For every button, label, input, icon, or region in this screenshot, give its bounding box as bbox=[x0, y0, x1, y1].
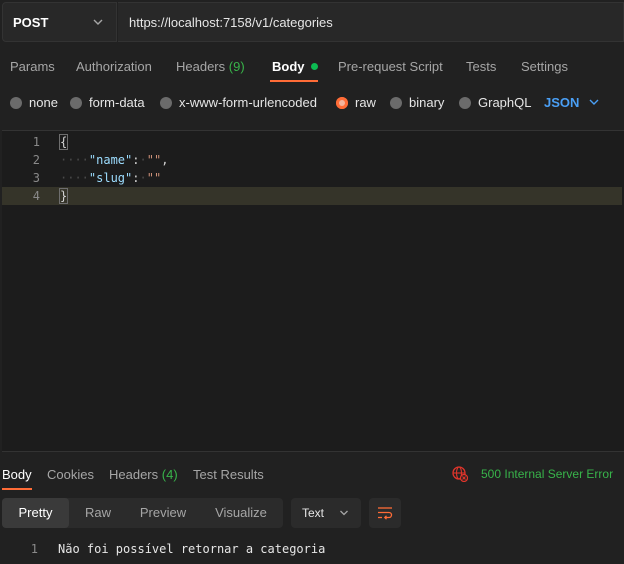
view-raw[interactable]: Raw bbox=[69, 498, 127, 528]
tab-prerequest-script[interactable]: Pre-request Script bbox=[338, 59, 443, 74]
colon: : bbox=[132, 171, 140, 185]
body-indicator-dot bbox=[310, 63, 318, 70]
radio-circle bbox=[160, 96, 172, 109]
radio-binary-label: binary bbox=[409, 95, 445, 110]
radio-none-label: none bbox=[29, 95, 58, 110]
tab-headers[interactable]: Headers (9) bbox=[176, 59, 245, 74]
tab-authorization[interactable]: Authorization bbox=[76, 59, 152, 74]
colon: : bbox=[132, 153, 140, 167]
tab-body[interactable]: Body bbox=[272, 59, 318, 74]
radio-form-data[interactable]: form-data bbox=[70, 95, 145, 110]
open-brace: { bbox=[58, 134, 69, 150]
tab-headers-label: Headers bbox=[176, 59, 226, 74]
line-number: 1 bbox=[30, 542, 38, 556]
radio-circle bbox=[10, 96, 22, 109]
active-response-tab-underline bbox=[2, 488, 32, 490]
editor-line-active: 4 } bbox=[2, 187, 622, 205]
chevron-down-icon bbox=[93, 19, 103, 25]
response-tab-headers[interactable]: Headers (4) bbox=[109, 467, 178, 482]
radio-circle bbox=[390, 96, 402, 109]
response-body-text: Não foi possível retornar a categoria bbox=[58, 542, 326, 556]
close-brace: } bbox=[58, 188, 69, 204]
radio-binary[interactable]: binary bbox=[390, 95, 444, 110]
request-tabs: Params Authorization Headers (9) Body Pr… bbox=[0, 50, 624, 84]
radio-circle bbox=[70, 96, 82, 109]
wrap-lines-button[interactable] bbox=[369, 498, 401, 528]
url-input[interactable]: https://localhost:7158/v1/categories bbox=[118, 2, 624, 42]
json-key-name: "name" bbox=[88, 153, 133, 167]
radio-circle-selected bbox=[336, 96, 348, 109]
active-tab-underline bbox=[270, 80, 318, 82]
comma: , bbox=[161, 153, 169, 167]
radio-graphql-label: GraphQL bbox=[478, 95, 532, 110]
radio-form-data-label: form-data bbox=[89, 95, 145, 110]
editor-line: 1 { bbox=[2, 133, 622, 151]
response-tab-cookies[interactable]: Cookies bbox=[47, 467, 94, 482]
radio-none[interactable]: none bbox=[10, 95, 58, 110]
tab-settings[interactable]: Settings bbox=[521, 59, 568, 74]
wrap-lines-icon bbox=[378, 507, 393, 520]
editor-line: 2 ····"name":·"", bbox=[2, 151, 622, 169]
line-code: ····"slug":·"" bbox=[60, 169, 161, 187]
indent-whitespace: ···· bbox=[60, 153, 89, 167]
json-value-slug: "" bbox=[146, 171, 162, 185]
radio-raw-label: raw bbox=[355, 95, 376, 110]
line-number: 2 bbox=[32, 153, 40, 167]
space-whitespace: · bbox=[139, 171, 147, 185]
response-body-line: 1 Não foi possível retornar a categoria bbox=[0, 540, 624, 558]
response-tab-headers-label: Headers bbox=[109, 467, 159, 482]
editor-line: 3 ····"slug":·"" bbox=[2, 169, 622, 187]
method-label: POST bbox=[13, 14, 49, 30]
request-url-bar: POST https://localhost:7158/v1/categorie… bbox=[0, 0, 624, 44]
method-select[interactable]: POST bbox=[2, 2, 117, 42]
radio-circle bbox=[459, 96, 471, 109]
globe-error-icon[interactable] bbox=[452, 466, 468, 482]
line-number: 1 bbox=[32, 135, 40, 149]
radio-urlencoded[interactable]: x-www-form-urlencoded bbox=[160, 95, 317, 110]
tab-params[interactable]: Params bbox=[10, 59, 55, 74]
body-type-selector: none form-data x-www-form-urlencoded raw… bbox=[0, 88, 624, 116]
tab-headers-count: (9) bbox=[228, 59, 245, 74]
tab-tests[interactable]: Tests bbox=[466, 59, 496, 74]
view-pretty[interactable]: Pretty bbox=[2, 498, 69, 528]
response-view-segmented-control: Pretty Raw Preview Visualize bbox=[2, 498, 283, 528]
response-format-select[interactable]: Text bbox=[291, 498, 361, 528]
radio-urlencoded-label: x-www-form-urlencoded bbox=[179, 95, 317, 110]
url-text: https://localhost:7158/v1/categories bbox=[129, 14, 333, 30]
response-status[interactable]: 500 Internal Server Error bbox=[481, 467, 613, 481]
radio-raw[interactable]: raw bbox=[336, 95, 376, 110]
chevron-down-icon[interactable] bbox=[588, 96, 600, 108]
line-code: } bbox=[58, 187, 69, 205]
response-tab-headers-count: (4) bbox=[161, 467, 178, 482]
response-tab-body[interactable]: Body bbox=[2, 467, 32, 482]
line-code: ····"name":·"", bbox=[60, 151, 168, 169]
response-tab-test-results[interactable]: Test Results bbox=[193, 467, 264, 482]
view-preview[interactable]: Preview bbox=[127, 498, 199, 528]
tab-body-label: Body bbox=[272, 59, 305, 74]
view-visualize[interactable]: Visualize bbox=[199, 498, 283, 528]
json-key-slug: "slug" bbox=[88, 171, 133, 185]
line-number: 3 bbox=[32, 171, 40, 185]
line-number: 4 bbox=[32, 189, 40, 203]
space-whitespace: · bbox=[139, 153, 147, 167]
chevron-down-icon bbox=[340, 510, 348, 516]
json-value-name: "" bbox=[146, 153, 162, 167]
indent-whitespace: ···· bbox=[60, 171, 89, 185]
response-format-label: Text bbox=[302, 506, 325, 520]
radio-graphql[interactable]: GraphQL bbox=[459, 95, 531, 110]
format-select[interactable]: JSON bbox=[544, 95, 579, 110]
line-code: { bbox=[58, 133, 69, 151]
body-editor[interactable]: 1 { 2 ····"name":·"", 3 ····"slug":·"" 4… bbox=[2, 130, 624, 452]
